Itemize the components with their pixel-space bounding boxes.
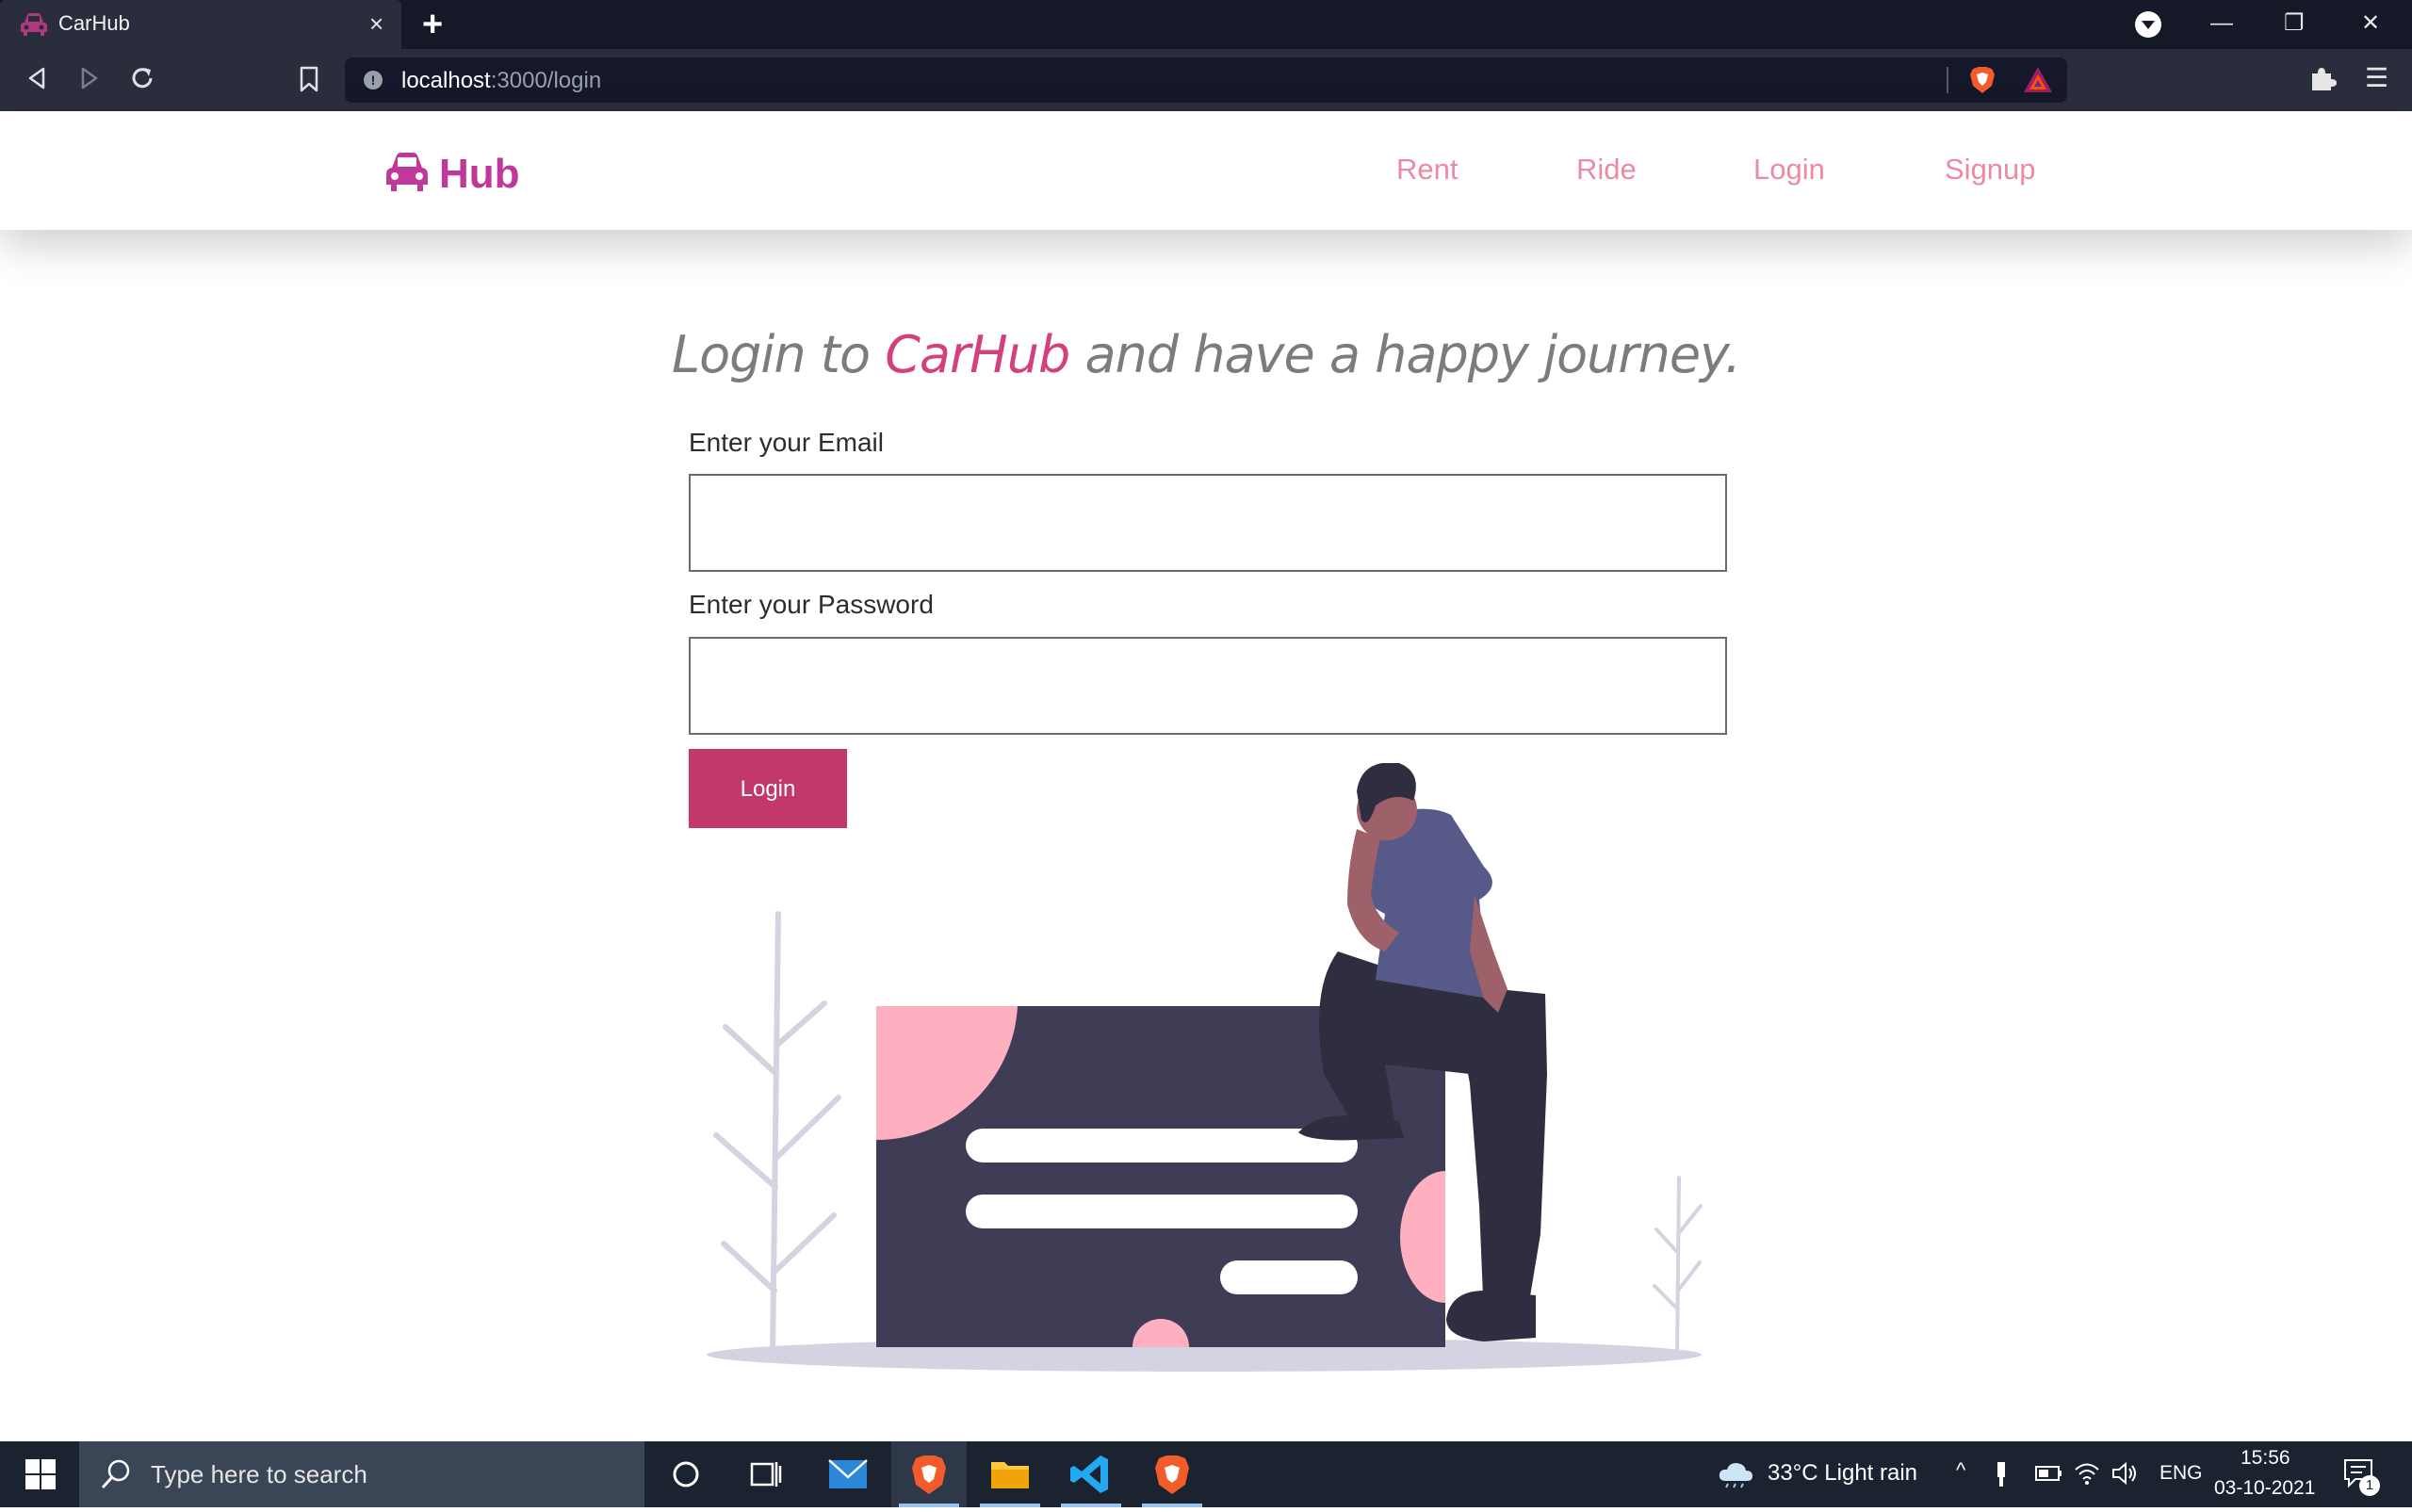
vscode-app[interactable] [1053, 1441, 1129, 1507]
headline-suffix: and have a happy journey. [1069, 325, 1741, 384]
browser-tab-bar: CarHub × + — ❐ ✕ [0, 0, 2412, 49]
battery-icon[interactable] [2035, 1464, 2063, 1483]
folder-icon [991, 1462, 1029, 1488]
car-favicon-icon [21, 13, 47, 36]
notification-badge: 1 [2359, 1475, 2380, 1496]
task-view-button[interactable] [727, 1441, 803, 1507]
password-label: Enter your Password [689, 590, 934, 619]
active-indicator [899, 1504, 959, 1507]
headline-prefix: Login to [672, 325, 886, 384]
vscode-icon [1070, 1455, 1108, 1493]
login-illustration [707, 763, 1703, 1372]
search-icon [101, 1459, 130, 1489]
tab-search-icon[interactable] [2135, 11, 2161, 38]
clock-time[interactable]: 15:56 [2241, 1447, 2290, 1470]
tab-close-icon[interactable]: × [369, 9, 383, 38]
page-headline: Login to CarHub and have a happy journey… [0, 325, 2412, 384]
usb-icon[interactable] [1994, 1460, 2009, 1488]
cortana-icon [673, 1461, 699, 1488]
logo-text: Hub [439, 151, 520, 197]
mail-app[interactable] [810, 1441, 886, 1507]
car-logo-icon [386, 153, 428, 191]
brave-icon [912, 1455, 946, 1494]
nav-link-signup[interactable]: Signup [1945, 153, 2036, 187]
extensions-icon[interactable] [2308, 64, 2337, 92]
address-bar[interactable]: ! localhost:3000/login [345, 57, 2067, 103]
divider [1947, 67, 1948, 93]
weather-cloud-icon[interactable] [1717, 1460, 1754, 1488]
email-label: Enter your Email [689, 428, 884, 457]
running-indicator [1061, 1504, 1121, 1507]
weather-text[interactable]: 33°C Light rain [1768, 1460, 1917, 1487]
back-icon[interactable] [24, 66, 49, 90]
site-info-icon[interactable]: ! [364, 71, 383, 89]
nav-link-ride[interactable]: Ride [1576, 153, 1637, 187]
plant-left [713, 911, 841, 1359]
card-line-3 [1220, 1260, 1358, 1294]
new-tab-button[interactable]: + [422, 6, 443, 43]
nav-link-rent[interactable]: Rent [1396, 153, 1458, 187]
volume-icon[interactable] [2110, 1460, 2139, 1487]
forward-icon[interactable] [77, 66, 102, 90]
plant-right [1653, 1176, 1703, 1358]
tab-title: CarHub [58, 11, 130, 35]
card-line-2 [966, 1195, 1358, 1228]
search-placeholder: Type here to search [151, 1460, 367, 1488]
reload-icon[interactable] [128, 64, 156, 92]
brave-browser-app[interactable] [891, 1441, 967, 1507]
url-host: localhost [401, 68, 491, 93]
show-hidden-icons[interactable]: ^ [1956, 1458, 1965, 1483]
language-indicator[interactable]: ENG [2159, 1462, 2203, 1485]
url-path: :3000/login [490, 68, 602, 93]
browser-tab[interactable]: CarHub × [0, 0, 401, 49]
browser-menu-icon[interactable]: ☰ [2365, 62, 2388, 93]
windows-taskbar: Type here to search 33°C Light rain ^ EN… [0, 1441, 2412, 1507]
close-window-icon[interactable]: ✕ [2361, 8, 2380, 40]
headline-brand: CarHub [885, 325, 1070, 384]
windows-start-icon[interactable] [24, 1458, 57, 1490]
nav-link-login[interactable]: Login [1753, 153, 1825, 187]
bookmark-icon[interactable] [298, 66, 320, 92]
taskbar-search[interactable]: Type here to search [79, 1441, 644, 1507]
task-view-icon [750, 1462, 782, 1487]
cortana-button[interactable] [648, 1441, 724, 1507]
brave-browser-app-2[interactable] [1134, 1441, 1210, 1507]
browser-toolbar: ! localhost:3000/login ☰ [0, 49, 2412, 111]
card-line-1 [966, 1129, 1358, 1162]
wifi-icon[interactable] [2073, 1460, 2101, 1487]
brave-rewards-icon[interactable] [2022, 65, 2054, 95]
brave-shields-icon[interactable] [1967, 65, 1997, 95]
running-indicator [1142, 1504, 1202, 1507]
clock-date[interactable]: 03-10-2021 [2214, 1477, 2315, 1500]
password-field[interactable] [689, 637, 1727, 735]
url-text[interactable]: localhost:3000/login [401, 68, 601, 94]
mail-icon [828, 1459, 868, 1488]
running-indicator [980, 1504, 1040, 1507]
file-explorer-app[interactable] [972, 1441, 1048, 1507]
restore-icon[interactable]: ❐ [2284, 8, 2305, 40]
brave-icon [1155, 1455, 1189, 1494]
site-header: Hub Rent Ride Login Signup [0, 111, 2412, 230]
email-field[interactable] [689, 474, 1727, 572]
minimize-icon[interactable]: — [2210, 8, 2233, 40]
